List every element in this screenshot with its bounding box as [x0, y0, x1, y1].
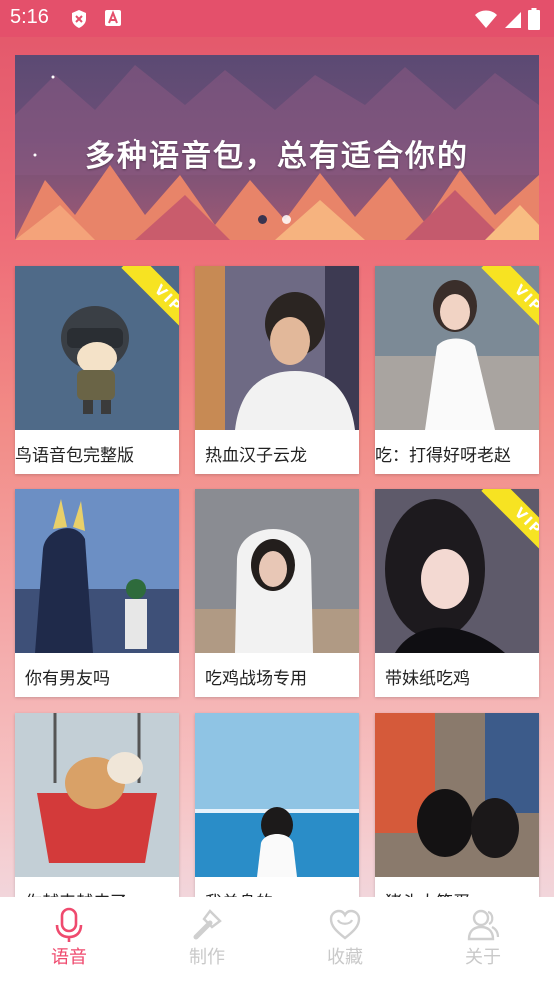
status-bar: 5:16 [0, 0, 554, 37]
magic-wand-icon [193, 909, 222, 940]
voice-pack-card[interactable]: VIP 鸟语音包完整版 [15, 266, 179, 474]
app-notification-icon [105, 10, 121, 26]
card-title: 吃鸡战场专用 [205, 669, 307, 689]
voice-pack-card[interactable]: 你有男友吗 [15, 489, 179, 697]
dog-swing-thumbnail [15, 713, 179, 877]
signal-icon [505, 12, 521, 28]
status-right [474, 8, 540, 30]
heart-icon [329, 909, 361, 940]
tab-label: 关于 [465, 947, 501, 968]
tab-make[interactable]: 制作 [138, 897, 276, 984]
voice-pack-card[interactable]: 吃鸡战场专用 [195, 489, 359, 697]
tab-label: 语音 [51, 947, 87, 968]
tab-label: 收藏 [327, 947, 363, 968]
portrait-thumbnail [195, 266, 359, 430]
banner-headline: 多种语音包，总有适合你的 [85, 139, 469, 174]
card-title: 吃：打得好呀老赵 [375, 446, 511, 466]
card-title: 带妹纸吃鸡 [385, 669, 470, 689]
banner-carousel[interactable]: 多种语音包，总有适合你的 [15, 55, 539, 240]
tab-voice[interactable]: 语音 [0, 897, 138, 984]
card-title: 热血汉子云龙 [205, 446, 307, 466]
tab-favorites[interactable]: 收藏 [276, 897, 414, 984]
tab-about[interactable]: 关于 [414, 897, 552, 984]
portrait-thumbnail [195, 489, 359, 653]
carousel-dot[interactable] [282, 215, 291, 224]
bottom-tab-bar: 语音 制作 收藏 关于 [0, 897, 554, 984]
voice-pack-card[interactable]: 我单身的 [195, 713, 359, 921]
status-time: 5:16 [10, 6, 49, 28]
voice-pack-card[interactable]: 你越来越皮了 [15, 713, 179, 921]
anime-thumbnail [15, 489, 179, 653]
card-title: 鸟语音包完整版 [15, 446, 134, 466]
vip-badge: VIP [105, 266, 179, 340]
carousel-indicator [258, 215, 291, 224]
seaside-thumbnail [195, 713, 359, 877]
microphone-icon [55, 907, 83, 942]
shield-icon [72, 10, 86, 28]
voice-pack-card[interactable]: 猪头大笨蛋 [375, 713, 539, 921]
vip-badge: VIP [465, 266, 539, 340]
carousel-dot[interactable] [258, 215, 267, 224]
voice-pack-card[interactable]: VIP 吃：打得好呀老赵 [375, 266, 539, 474]
street-thumbnail [375, 713, 539, 877]
voice-pack-card[interactable]: 热血汉子云龙 [195, 266, 359, 474]
vip-badge: VIP [465, 489, 539, 563]
card-title: 你有男友吗 [25, 669, 110, 689]
voice-pack-card[interactable]: VIP 带妹纸吃鸡 [375, 489, 539, 697]
battery-icon [528, 8, 540, 30]
wifi-icon [475, 10, 497, 28]
user-group-icon [467, 909, 500, 941]
tab-label: 制作 [189, 947, 225, 968]
